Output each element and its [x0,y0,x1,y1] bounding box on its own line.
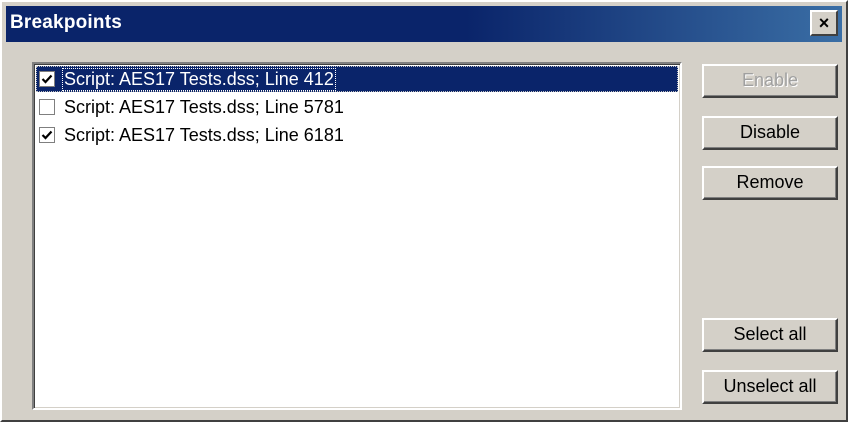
breakpoints-list[interactable]: Script: AES17 Tests.dss; Line 412 Script… [32,62,682,410]
disable-button[interactable]: Disable [702,116,838,150]
breakpoint-checkbox[interactable] [39,99,55,115]
select-all-button[interactable]: Select all [702,318,838,352]
unselect-all-button[interactable]: Unselect all [702,370,838,404]
breakpoint-label: Script: AES17 Tests.dss; Line 412 [62,67,336,91]
breakpoint-item[interactable]: Script: AES17 Tests.dss; Line 5781 [36,94,678,120]
enable-button[interactable]: Enable [702,64,838,98]
close-button[interactable]: × [810,10,838,36]
close-icon: × [818,13,830,33]
breakpoint-label: Script: AES17 Tests.dss; Line 6181 [64,124,344,145]
breakpoint-checkbox[interactable] [39,71,55,87]
title-bar[interactable]: Breakpoints × [6,6,842,42]
breakpoint-label: Script: AES17 Tests.dss; Line 5781 [64,96,344,117]
breakpoint-checkbox[interactable] [39,127,55,143]
breakpoint-item[interactable]: Script: AES17 Tests.dss; Line 6181 [36,122,678,148]
checkmark-icon [41,130,53,140]
breakpoint-item[interactable]: Script: AES17 Tests.dss; Line 412 [36,66,678,92]
checkmark-icon [41,74,53,84]
breakpoints-dialog: Breakpoints × Script: AES17 Tests.dss; L… [0,0,848,422]
window-title: Breakpoints [10,12,123,33]
remove-button[interactable]: Remove [702,166,838,200]
